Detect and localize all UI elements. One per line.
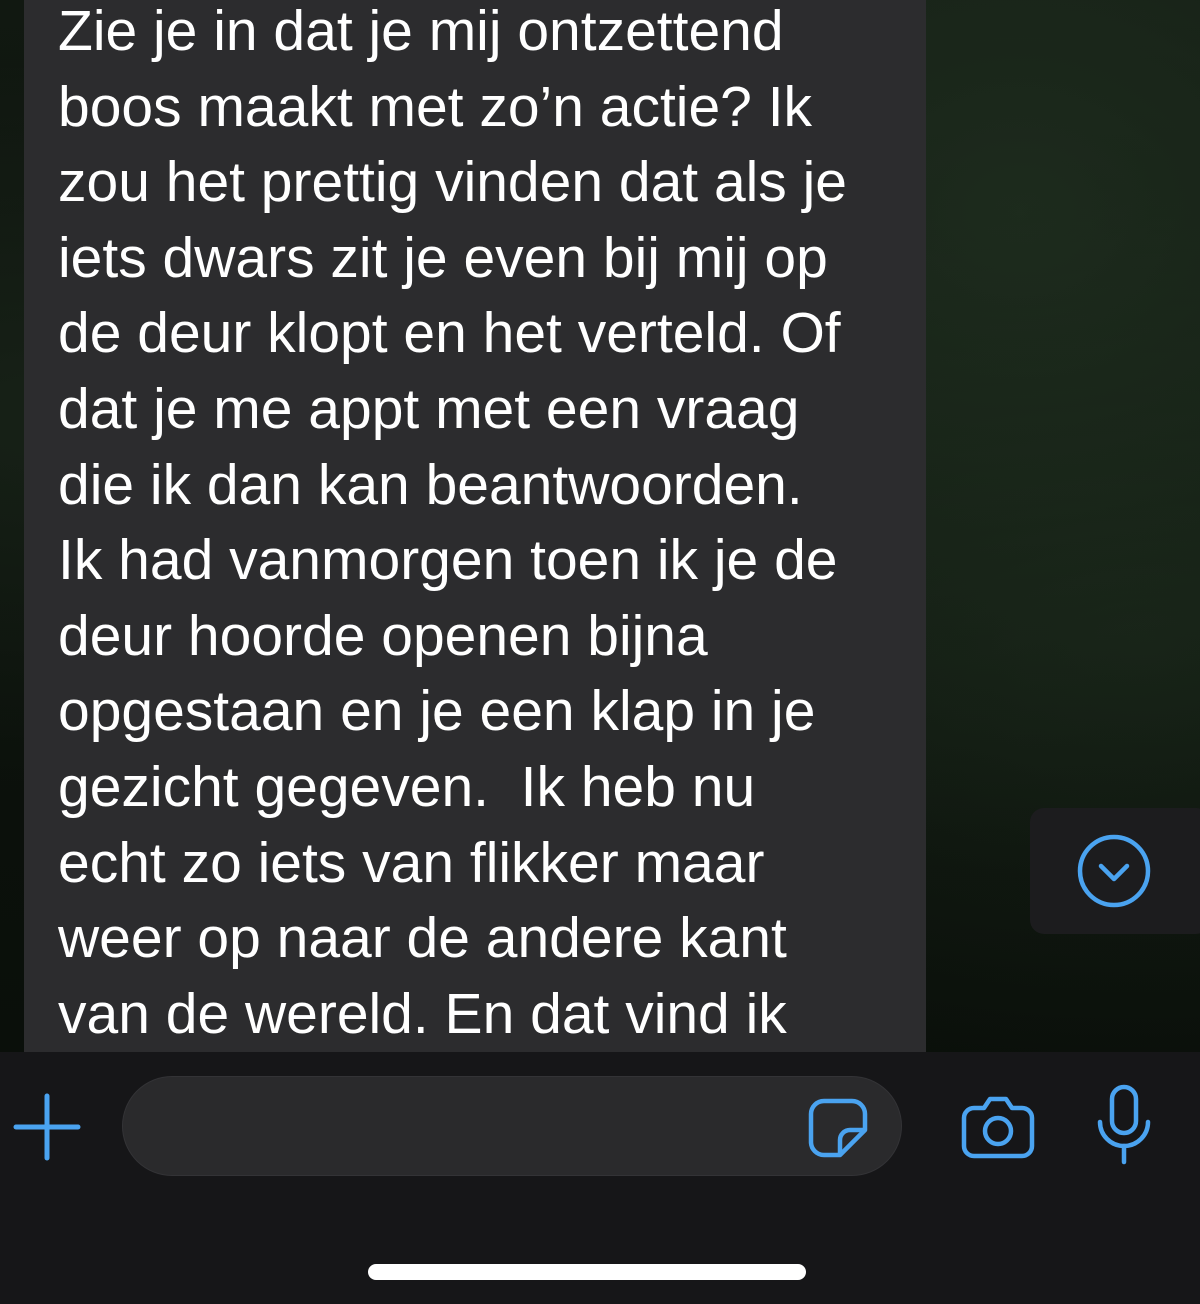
- message-text: Zie je in dat je mij ontzettend boos maa…: [58, 0, 848, 1046]
- chevron-down-circle-icon: [1076, 833, 1152, 909]
- sticker-icon: [806, 1096, 870, 1160]
- chat-screen: Zie je in dat je mij ontzettend boos maa…: [0, 0, 1200, 1304]
- sticker-button[interactable]: [806, 1096, 870, 1160]
- camera-icon: [960, 1092, 1036, 1162]
- incoming-message-bubble[interactable]: Zie je in dat je mij ontzettend boos maa…: [24, 0, 926, 1060]
- microphone-icon: [1094, 1084, 1154, 1168]
- plus-icon: [12, 1092, 82, 1162]
- home-indicator[interactable]: [368, 1264, 806, 1280]
- attach-button[interactable]: [12, 1092, 82, 1162]
- microphone-button[interactable]: [1094, 1084, 1154, 1168]
- message-input[interactable]: [122, 1076, 902, 1176]
- camera-button[interactable]: [960, 1092, 1036, 1162]
- scroll-to-bottom-button[interactable]: [1030, 808, 1200, 934]
